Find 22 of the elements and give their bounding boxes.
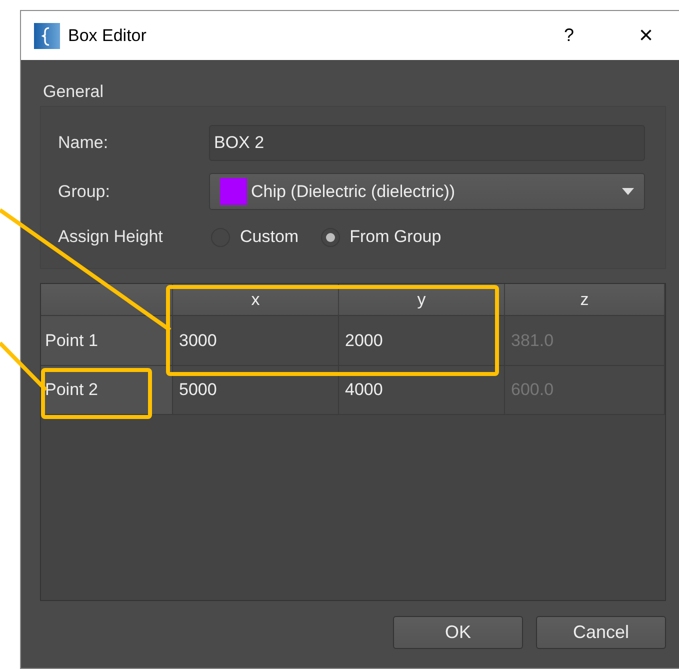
help-button[interactable]: ? xyxy=(554,25,584,46)
field-label: Group: xyxy=(58,182,111,202)
radio-button[interactable]: From Group xyxy=(318,227,442,247)
field-label: Name: xyxy=(58,133,110,153)
close-button[interactable]: × xyxy=(631,22,661,50)
window-title: Box Editor xyxy=(68,26,148,46)
radio-button[interactable]: Custom xyxy=(209,227,299,247)
dropdown-arrow-icon xyxy=(622,188,634,195)
row-header: Point 1 xyxy=(41,316,173,366)
table-cell[interactable]: 2000 xyxy=(339,316,505,366)
table-cell[interactable]: 4000 xyxy=(339,366,505,415)
group-dropdown[interactable]: Chip (Dielectric (dielectric)) xyxy=(209,173,645,210)
group-title: General xyxy=(42,82,104,102)
name-field[interactable]: BOX 2 xyxy=(209,125,645,161)
column-header: z xyxy=(505,284,665,316)
leader-line xyxy=(0,342,48,392)
dialog-button[interactable]: OK xyxy=(393,616,523,649)
table-cell[interactable]: 5000 xyxy=(173,366,339,415)
app-icon xyxy=(34,22,60,48)
table-cell[interactable]: 3000 xyxy=(173,316,339,366)
field-label: Assign Height xyxy=(58,227,164,247)
dialog-button[interactable]: Cancel xyxy=(536,616,666,649)
